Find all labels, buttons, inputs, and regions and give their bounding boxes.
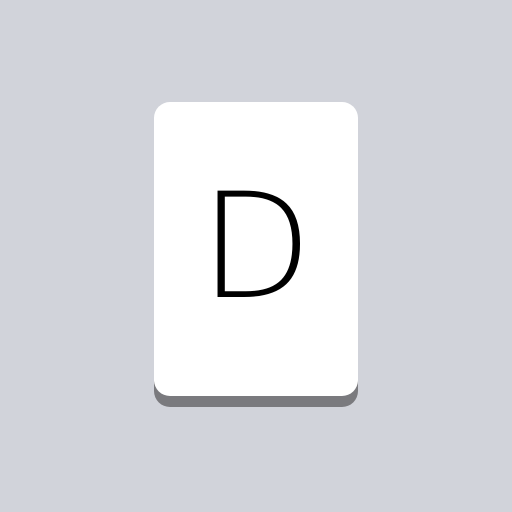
- key-d[interactable]: D: [154, 102, 358, 407]
- keyboard-canvas: D: [0, 0, 512, 512]
- key-label: D: [199, 162, 313, 332]
- key-face[interactable]: D: [154, 102, 358, 396]
